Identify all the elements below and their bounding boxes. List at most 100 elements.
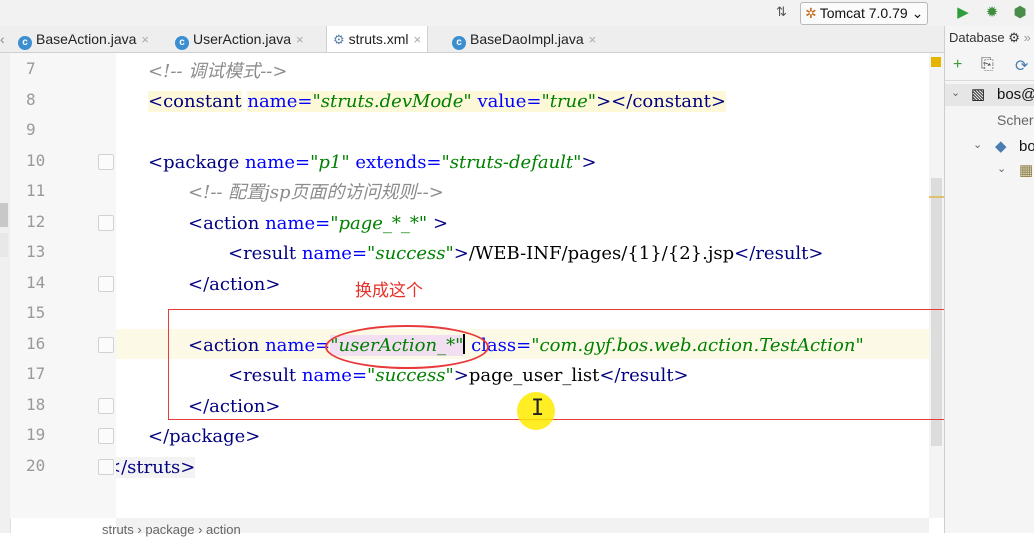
fold-icon[interactable] (98, 276, 114, 292)
breadcrumb[interactable]: struts › package › action (102, 518, 929, 537)
close-icon[interactable]: × (589, 32, 597, 47)
xml-comment: <!-- 配置jsp页面的访问规则--> (188, 182, 444, 203)
code-line-13: <result name="success">/WEB-INF/pages/{1… (228, 239, 823, 269)
chevron-down-icon: ⌄ (973, 139, 983, 151)
line-number: 15 (26, 303, 46, 322)
warning-marker-icon[interactable] (931, 57, 941, 67)
strip-marker (0, 233, 8, 257)
tomcat-icon: ✲ (805, 5, 817, 21)
line-number: 13 (26, 242, 46, 261)
class-icon: c (18, 36, 32, 50)
database-icon: ▧ (971, 86, 986, 103)
xml-value: "page_*_*" (330, 213, 428, 234)
db-tree-item-schemas[interactable]: Scher (997, 112, 1034, 128)
debug-icon[interactable]: ✹ (982, 3, 1002, 23)
xml-value: "true" (541, 91, 597, 112)
annotation-box (168, 309, 967, 420)
db-tree-item-tables[interactable]: ⌄ ▦ (945, 160, 1034, 182)
tab-useraction[interactable]: c UserAction.java × (175, 26, 304, 52)
code-line-19: </package> (148, 422, 260, 452)
copy-icon[interactable]: ⎘ (981, 56, 994, 74)
strip-marker (0, 203, 8, 227)
tab-struts-xml[interactable]: ⚙ struts.xml × (326, 26, 429, 52)
code-line-11: <!-- 配置jsp页面的访问规则--> (188, 178, 444, 208)
scroll-marker[interactable] (929, 196, 944, 198)
fold-icon[interactable] (98, 215, 114, 231)
line-number: 17 (26, 364, 46, 383)
settings-icon[interactable]: ⚙ (1008, 30, 1020, 45)
chevron-down-icon: ⌄ (951, 87, 961, 99)
xml-tag: <constant (148, 91, 242, 112)
sort-icon[interactable]: ⇅ (776, 4, 794, 22)
fold-icon[interactable] (98, 428, 114, 444)
xml-attr: name= (244, 152, 311, 173)
tab-label: UserAction.java (193, 31, 292, 47)
xml-value: "struts-default" (441, 152, 582, 173)
tab-label: struts.xml (348, 31, 409, 47)
line-number: 14 (26, 273, 46, 292)
tree-item-label: Scher (997, 112, 1034, 128)
tab-baseaction[interactable]: c BaseAction.java × (18, 26, 149, 52)
line-number: 20 (26, 456, 46, 475)
xml-tag: </action> (188, 274, 281, 295)
code-line-14: </action> (188, 270, 280, 300)
close-icon[interactable]: × (141, 32, 149, 47)
line-number: 19 (26, 425, 46, 444)
tab-label: BaseDaoImpl.java (470, 31, 584, 47)
db-tree-item-bos[interactable]: ⌄ ▧ bos@ (945, 84, 1034, 106)
line-number: 9 (26, 120, 36, 139)
xml-value: "p1" (310, 152, 350, 173)
close-icon[interactable]: × (414, 32, 422, 47)
tab-scroll-left-icon[interactable]: ‹ (0, 26, 12, 52)
tree-item-label: bos@ (997, 86, 1034, 103)
code-line-20: </struts> (116, 453, 196, 483)
class-icon: c (175, 36, 189, 50)
xml-attr: name= (301, 243, 368, 264)
main-toolbar: ⇅ ✲ Tomcat 7.0.79 ⌄ ▶ ✹ ⬢ (0, 0, 1034, 27)
xml-tag: > (581, 152, 597, 173)
code-line-7: <!-- 调试模式--> (148, 57, 287, 87)
line-number: 18 (26, 395, 46, 414)
line-number-gutter: 7 8 9 10 11 12 13 14 15 16 17 18 19 20 (10, 53, 116, 518)
fold-icon[interactable] (98, 154, 114, 170)
xml-tag: </struts> (116, 457, 196, 478)
class-icon: c (452, 36, 466, 50)
xml-tag: <action (188, 213, 260, 234)
chevron-down-icon: ⌄ (997, 163, 1007, 175)
xml-attr: name= (265, 213, 331, 234)
xml-tag: </result> (734, 243, 824, 264)
hide-icon[interactable]: » (1024, 30, 1031, 45)
database-panel-header: Database ⚙ » (949, 30, 1031, 46)
xml-value: "struts.devMode" (312, 91, 472, 112)
xml-value: "success" (367, 243, 454, 264)
tab-basedaoimpl[interactable]: c BaseDaoImpl.java × (452, 26, 596, 52)
line-number: 12 (26, 212, 46, 231)
refresh-icon[interactable]: ⟳ (1015, 56, 1028, 76)
text-cursor-icon: I (531, 396, 545, 421)
line-number: 16 (26, 334, 46, 353)
fold-icon[interactable] (98, 459, 114, 475)
table-icon: ▦ (1019, 162, 1034, 179)
add-icon[interactable]: + (953, 56, 962, 74)
xml-tag: <result (228, 243, 297, 264)
tab-label: BaseAction.java (36, 31, 137, 47)
code-editor[interactable]: <!-- 调试模式--> <constant name="struts.devM… (116, 53, 929, 518)
database-toolbar: + ⎘ ⟳ (945, 52, 1034, 81)
run-configuration-selector[interactable]: ✲ Tomcat 7.0.79 ⌄ (800, 2, 929, 25)
fold-icon[interactable] (98, 337, 114, 353)
db-tree-item-bo[interactable]: ⌄ ◆ bo (945, 136, 1034, 158)
close-icon[interactable]: × (296, 32, 304, 47)
xml-attr: name= (247, 91, 313, 112)
coverage-icon[interactable]: ⬢ (1010, 3, 1030, 23)
xml-comment: <!-- 调试模式--> (148, 61, 288, 82)
fold-icon[interactable] (98, 398, 114, 414)
xml-icon: ⚙ (333, 32, 345, 47)
panel-title: Database (949, 30, 1005, 45)
code-line-8: <constant name="struts.devMode" value="t… (148, 87, 726, 117)
run-icon[interactable]: ▶ (953, 3, 973, 23)
xml-attr: extends= (355, 152, 442, 173)
annotation-text: 换成这个 (355, 281, 423, 301)
editor-tab-bar: ‹ c BaseAction.java × c UserAction.java × ⚙ s… (0, 26, 944, 53)
xml-tag: > (432, 213, 449, 234)
annotation-ellipse (325, 325, 489, 369)
